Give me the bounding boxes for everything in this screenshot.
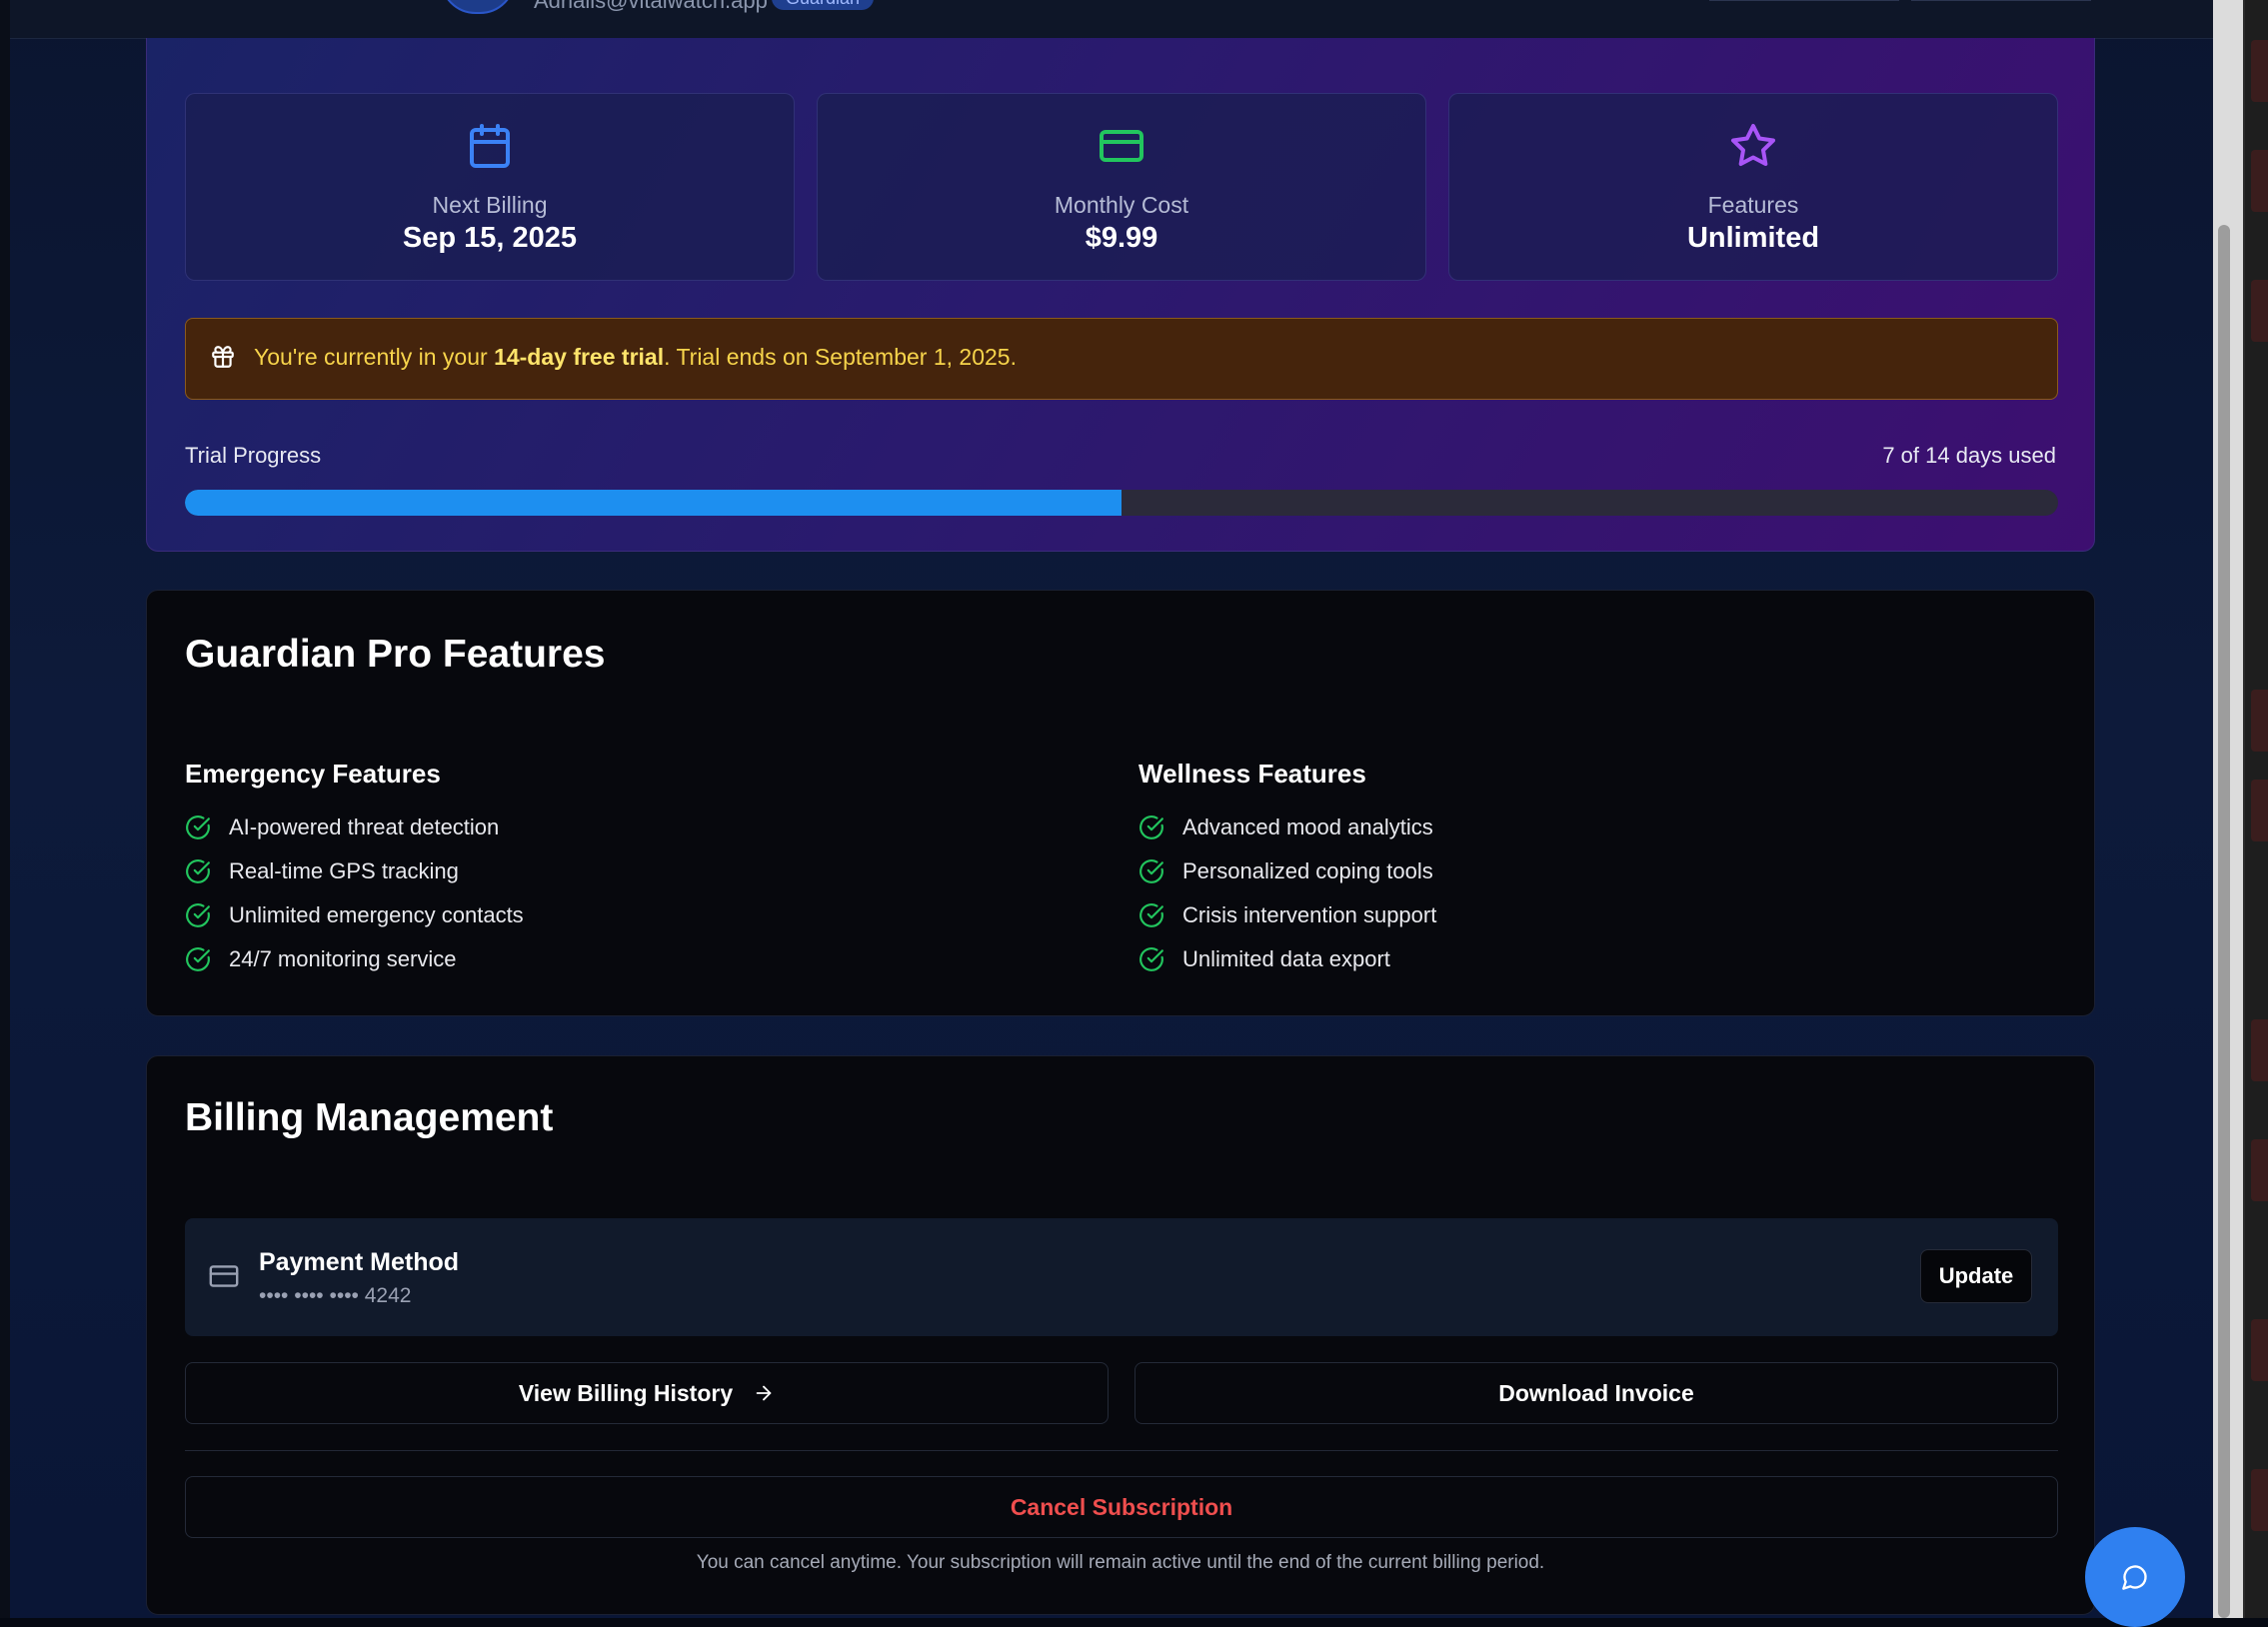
arrow-right-icon	[756, 1385, 772, 1401]
trial-progress-fill	[185, 490, 1122, 516]
feature-item-label: AI-powered threat detection	[229, 814, 500, 839]
stat-card-next-billing: Next Billing Sep 15, 2025	[185, 93, 795, 281]
stat-label: Next Billing	[432, 192, 548, 218]
role-badge: Guardian	[772, 0, 875, 10]
stat-value: Sep 15, 2025	[402, 222, 578, 254]
feature-item: Crisis intervention support	[1138, 893, 1436, 937]
payment-method-row: Payment Method •••• •••• •••• 4242 Updat…	[185, 1218, 2058, 1336]
feature-item-label: Unlimited emergency contacts	[229, 902, 524, 927]
check-circle-icon	[186, 815, 210, 839]
trial-text-highlight: 14-day free trial	[494, 344, 665, 370]
credit-card-icon	[209, 1265, 239, 1287]
feature-item: Personalized coping tools	[1138, 849, 1436, 893]
error-indicator[interactable]	[2251, 1139, 2268, 1201]
chat-button[interactable]	[2085, 1527, 2185, 1627]
avatar[interactable]	[440, 0, 516, 14]
chat-bubble-icon	[2122, 1565, 2147, 1590]
cancel-subscription-button[interactable]: Cancel Subscription	[185, 1476, 2058, 1538]
error-indicator[interactable]	[2251, 40, 2268, 102]
check-circle-icon	[1139, 859, 1163, 883]
feature-item: 24/7 monitoring service	[185, 937, 524, 981]
gift-icon	[212, 346, 234, 368]
stat-label: Monthly Cost	[1054, 192, 1189, 218]
error-indicator[interactable]	[2251, 780, 2268, 841]
features-title: Guardian Pro Features	[185, 633, 606, 676]
feature-item-label: Crisis intervention support	[1182, 902, 1437, 927]
calendar-icon	[470, 124, 510, 168]
features-card: Guardian Pro Features Emergency Features…	[146, 590, 2095, 1016]
header-control[interactable]	[1709, 0, 1899, 1]
header-control[interactable]	[1911, 0, 2091, 1]
feature-item-label: 24/7 monitoring service	[229, 946, 457, 971]
card-number-masked: •••• •••• •••• 4242	[259, 1284, 412, 1307]
error-indicator[interactable]	[2251, 280, 2268, 342]
feature-item: AI-powered threat detection	[185, 806, 524, 849]
star-icon	[1731, 124, 1775, 167]
feature-item-label: Advanced mood analytics	[1182, 814, 1433, 839]
check-circle-icon	[186, 903, 210, 927]
view-billing-history-label: View Billing History	[518, 1379, 734, 1406]
check-circle-icon	[1139, 947, 1163, 971]
billing-card: Billing Management Payment Method •••• •…	[146, 1055, 2095, 1615]
feature-column-emergency: Emergency Features AI-powered threat det…	[185, 759, 524, 981]
warning-indicator[interactable]	[2251, 1319, 2268, 1381]
error-indicator[interactable]	[2251, 1019, 2268, 1081]
user-email: Adrialis@vitalwatch.app	[534, 0, 768, 13]
trial-notice-text: You're currently in your 14-day free tri…	[254, 344, 1017, 371]
feature-column-heading: Wellness Features	[1138, 759, 1366, 789]
feature-column-wellness: Wellness Features Advanced mood analytic…	[1138, 759, 1436, 981]
check-circle-icon	[1139, 903, 1163, 927]
trial-text-suffix: . Trial ends on September 1, 2025.	[664, 344, 1017, 370]
error-indicator[interactable]	[2251, 690, 2268, 752]
check-circle-icon	[186, 859, 210, 883]
update-payment-button[interactable]: Update	[1920, 1249, 2032, 1303]
trial-notice: You're currently in your 14-day free tri…	[185, 318, 2058, 400]
stat-value: Unlimited	[1686, 222, 1820, 254]
feature-item-label: Personalized coping tools	[1182, 858, 1433, 883]
error-indicator[interactable]	[2251, 150, 2268, 212]
feature-item: Real-time GPS tracking	[185, 849, 524, 893]
feature-item: Advanced mood analytics	[1138, 806, 1436, 849]
feature-item-label: Unlimited data export	[1182, 946, 1390, 971]
trial-progress-label: Trial Progress	[185, 443, 322, 468]
top-header: Adrialis@vitalwatch.app Guardian	[10, 0, 2223, 39]
error-indicator[interactable]	[2251, 1469, 2268, 1531]
stat-card-features: Features Unlimited	[1448, 93, 2058, 281]
trial-text-prefix: You're currently in your	[254, 344, 495, 370]
billing-title: Billing Management	[185, 1096, 554, 1139]
trial-progress-bar	[185, 490, 2058, 516]
cancel-subscription-label: Cancel Subscription	[1010, 1493, 1233, 1520]
stat-label: Features	[1707, 192, 1799, 218]
check-circle-icon	[186, 947, 210, 971]
feature-column-heading: Emergency Features	[185, 759, 441, 789]
check-circle-icon	[1139, 815, 1163, 839]
stat-card-monthly-cost: Monthly Cost $9.99	[817, 93, 1426, 281]
feature-item: Unlimited data export	[1138, 937, 1436, 981]
download-invoice-label: Download Invoice	[1498, 1379, 1694, 1406]
feature-item: Unlimited emergency contacts	[185, 893, 524, 937]
payment-method-label: Payment Method	[259, 1248, 460, 1276]
stat-value: $9.99	[1085, 222, 1158, 254]
feature-item-label: Real-time GPS tracking	[229, 858, 459, 883]
scrollbar-thumb[interactable]	[2218, 225, 2230, 1618]
cancel-note: You can cancel anytime. Your subscriptio…	[696, 1552, 1545, 1573]
divider	[185, 1450, 2058, 1451]
app-main: Adrialis@vitalwatch.app Guardian Next Bi…	[0, 0, 2223, 1627]
subscription-overview: Next Billing Sep 15, 2025 Monthly Cost $…	[146, 38, 2095, 552]
trial-progress-status: 7 of 14 days used	[1882, 443, 2056, 468]
download-invoice-button[interactable]: Download Invoice	[1134, 1362, 2058, 1424]
credit-card-icon	[1100, 130, 1143, 162]
view-billing-history-button[interactable]: View Billing History	[185, 1362, 1109, 1424]
